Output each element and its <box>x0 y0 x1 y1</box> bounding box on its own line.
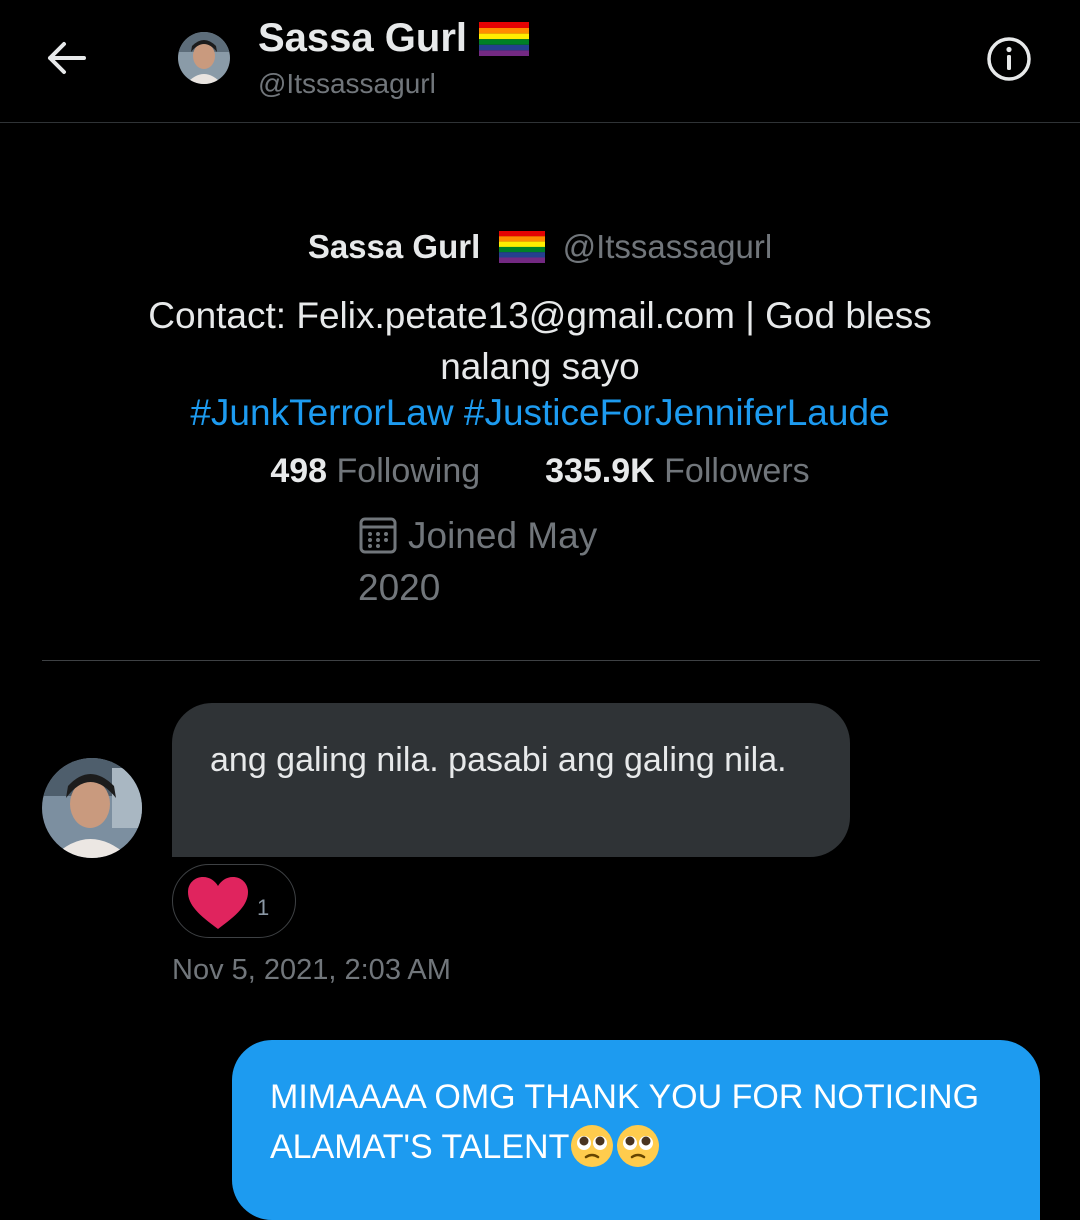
joined-line-2: 2020 <box>358 567 441 608</box>
info-icon <box>987 37 1031 81</box>
arrow-left-icon <box>48 42 86 74</box>
message-avatar[interactable] <box>42 758 142 858</box>
joined-line-1: Joined May <box>408 515 598 556</box>
conversation-header: Sassa Gurl @Itssassagurl <box>0 0 1080 123</box>
calendar-icon <box>359 517 397 554</box>
followers-count: 335.9K <box>545 452 655 490</box>
profile-hashtags[interactable]: #JunkTerrorLaw #JusticeForJenniferLaude <box>0 392 1080 434</box>
header-avatar[interactable] <box>178 32 230 84</box>
profile-handle: @Itssassagurl <box>562 228 773 265</box>
heart-icon <box>188 877 248 929</box>
incoming-message-bubble[interactable]: ang galing nila. pasabi ang galing nila. <box>172 703 850 857</box>
followers-label: Followers <box>664 452 810 490</box>
profile-summary[interactable]: Sassa Gurl @Itssassagurl Contact: Felix.… <box>0 122 1080 662</box>
header-name[interactable]: Sassa Gurl <box>258 16 530 61</box>
outgoing-message-bubble[interactable]: MIMAAAA OMG THANK YOU FOR NOTICING ALAMA… <box>232 1040 1040 1220</box>
back-button[interactable] <box>38 30 94 86</box>
rainbow-flag-icon <box>479 21 530 56</box>
joined-date: Joined May 2020 <box>358 510 658 614</box>
info-button[interactable] <box>986 36 1032 82</box>
pleading-face-emoji <box>571 1125 614 1168</box>
profile-bio: Contact: Felix.petate13@gmail.com | God … <box>148 295 932 387</box>
message-timestamp: Nov 5, 2021, 2:03 AM <box>172 954 451 986</box>
profile-name: Sassa Gurl <box>307 228 481 265</box>
rainbow-flag-icon <box>499 231 546 264</box>
header-name-text: Sassa Gurl <box>258 16 468 60</box>
following-stat[interactable]: 498 Following <box>270 452 480 490</box>
following-label: Following <box>336 452 481 490</box>
header-handle: @Itssassagurl <box>258 68 436 99</box>
pleading-face-emoji <box>617 1125 660 1168</box>
profile-stats: 498 Following 335.9K Followers <box>0 452 1080 491</box>
following-count: 498 <box>270 452 328 490</box>
reaction-count: 1 <box>257 895 270 920</box>
profile-name-line: Sassa Gurl @Itssassagurl <box>0 228 1080 267</box>
section-divider <box>42 660 1040 661</box>
followers-stat[interactable]: 335.9K Followers <box>545 452 810 490</box>
reaction-pill[interactable]: 1 <box>172 864 296 938</box>
